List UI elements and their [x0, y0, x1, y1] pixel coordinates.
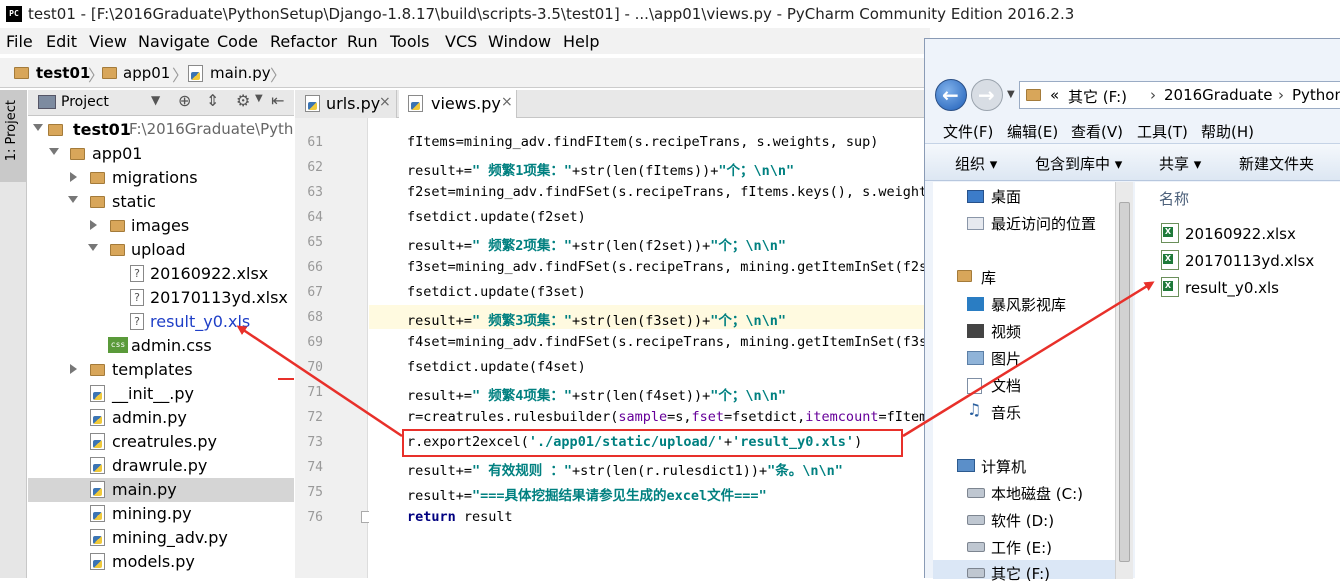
arrow-to-project-file — [236, 325, 403, 438]
arrow-to-explorer-file — [902, 281, 1155, 438]
annotation-arrows — [236, 281, 1155, 438]
